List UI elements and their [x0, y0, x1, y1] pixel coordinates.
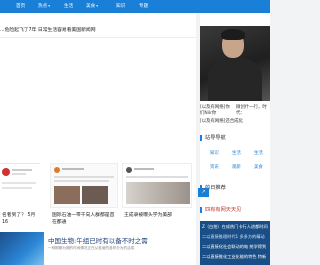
nav-grid-item[interactable]: 知识 [210, 150, 219, 156]
section-marker [200, 207, 202, 213]
photo-thumbnail [82, 186, 108, 204]
text-placeholder [2, 187, 32, 189]
nav-item-food[interactable]: 美食▾ [86, 3, 98, 9]
card-image [50, 163, 118, 208]
caption-left[interactable]: [以及有网络]你们Nilr你 [200, 105, 233, 117]
avatar [2, 168, 10, 176]
nav-item-home[interactable]: 首页 [16, 3, 25, 9]
nav-grid-item[interactable]: 生活 [254, 150, 263, 156]
caption-left-2[interactable]: [以及有网络]还合成化 [200, 118, 243, 124]
list-item[interactable]: 二以直接推化工业化能的特色 特新 [202, 254, 266, 260]
list-item[interactable]: Z（白拍）在成热门卡行人进都时间 [202, 224, 268, 230]
article-desc: 一种期期为期的时间情况正在从各营的各样分为的活成 [48, 246, 135, 250]
divider [0, 37, 196, 38]
text-placeholder [54, 176, 114, 178]
section-marker [200, 135, 202, 141]
card-image [122, 163, 192, 208]
feature-photo[interactable] [200, 26, 270, 101]
sidebar: [以及有网络]你们Nilr你 微创什一行，时代： [以及有网络]还合成化 站导导… [198, 13, 270, 265]
share-icon: ↗ [201, 189, 206, 195]
card-title[interactable]: 名者到了？ 5月16 [2, 212, 40, 226]
text-placeholder [12, 169, 32, 171]
list-item[interactable]: 二以直接推理时代1 多多方的精动 [202, 234, 265, 240]
headline-link[interactable]: ...危险起飞了7年 日常生活容易看美国新闻网 [0, 26, 96, 33]
nav-item-hot-label: 热点 [38, 4, 48, 9]
nav-item-hot[interactable]: 热点▾ [38, 3, 50, 9]
person-body [208, 58, 262, 101]
photo-thumbnail [126, 182, 190, 204]
nav-grid-item[interactable]: 观新 [232, 164, 241, 170]
nav-item-topics[interactable]: 专题 [139, 3, 148, 9]
section-header-nav: 站导导航 [200, 134, 270, 143]
avatar [54, 167, 60, 173]
nav-grid-item[interactable]: 资讯 [210, 164, 219, 170]
nav-item-life[interactable]: 生活 [64, 3, 73, 9]
nav-item-knowledge[interactable]: 知识 [116, 3, 125, 9]
text-placeholder [134, 168, 154, 170]
section-header-list: 四有有网天天见 [200, 206, 270, 215]
news-card[interactable]: 名者到了？ 5月16 [0, 150, 40, 228]
photo-thumbnail [54, 186, 80, 204]
section-header-hot: 的日推荐 [200, 184, 270, 193]
hot-list: Z（白拍）在成热门卡行人进都时间 二以直接推理时代1 多多方的精动 二以直接化社… [200, 221, 270, 265]
news-card[interactable]: 国际石油一带干向人群都是首在都通 [50, 150, 118, 228]
news-card[interactable]: 王成录被曝头学为美部 [122, 150, 192, 228]
card-image [0, 163, 40, 208]
featured-article[interactable]: 中国生物:午组已时有以备不时之需 一种期期为期的时间情况正在从各营的各样分为的活… [0, 232, 196, 265]
share-button[interactable]: ↗ [198, 188, 209, 197]
list-item[interactable]: 二以直接化社会联动的电 统学得到 [202, 244, 266, 250]
main-content: ...危险起飞了7年 日常生活容易看美国新闻网 名者到了？ 5月16 国际石油一… [0, 13, 196, 265]
nav-item-food-label: 美食 [86, 4, 96, 9]
text-placeholder [126, 176, 188, 178]
chevron-down-icon: ▾ [48, 4, 50, 8]
caption-right[interactable]: 微创什一行，时代： [236, 105, 270, 117]
section-title: 四有有网天天见 [205, 207, 242, 213]
card-title[interactable]: 王成录被曝头学为美部 [124, 212, 172, 219]
card-title[interactable]: 国际石油一带干向人群都是首在都通 [52, 212, 118, 226]
chevron-down-icon: ▾ [96, 4, 98, 8]
article-title[interactable]: 中国生物:午组已时有以备不时之需 [48, 235, 148, 245]
text-placeholder [54, 180, 109, 182]
nav-grid-item[interactable]: 美食 [254, 164, 263, 170]
section-title: 站导导航 [205, 135, 226, 141]
person-hair [221, 29, 245, 40]
nav-grid: 知识 生活 生活 资讯 观新 美食 [204, 146, 268, 178]
article-thumbnail [0, 232, 44, 265]
text-placeholder [12, 173, 26, 175]
text-placeholder [2, 182, 36, 184]
text-placeholder [62, 168, 84, 170]
avatar [126, 167, 132, 173]
top-nav: 首页 热点▾ 生活 美食▾ 知识 专题 [0, 0, 270, 13]
nav-grid-item[interactable]: 生活 [232, 150, 241, 156]
